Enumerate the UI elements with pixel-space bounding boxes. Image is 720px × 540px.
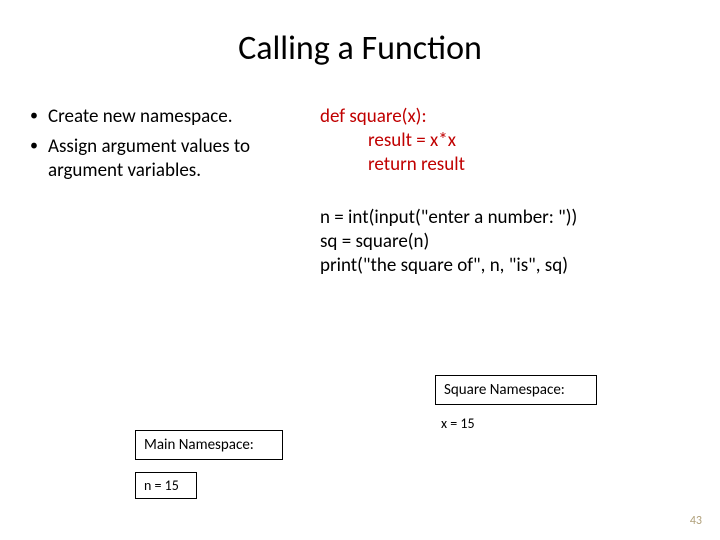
bullet-text: Assign argument values to argument varia…: [48, 135, 290, 183]
content-columns: • Create new namespace. • Assign argumen…: [30, 105, 690, 278]
left-column: • Create new namespace. • Assign argumen…: [30, 105, 290, 278]
code-line: sq = square(n): [320, 230, 690, 254]
slide-title: Calling a Function: [30, 28, 690, 69]
bullet-item: • Assign argument values to argument var…: [30, 135, 290, 183]
main-namespace-box: Main Namespace: n = 15: [135, 430, 283, 499]
page-number: 43: [690, 514, 702, 528]
bullet-text: Create new namespace.: [48, 105, 233, 129]
code-definition: def square(x): result = x*x return resul…: [320, 105, 690, 176]
bullet-dot-icon: •: [30, 105, 48, 129]
code-line: result = x*x: [320, 129, 690, 153]
code-main-block: n = int(input("enter a number: ")) sq = …: [320, 206, 690, 277]
code-line: return result: [320, 153, 690, 177]
namespace-title: Main Namespace:: [135, 430, 283, 460]
bullet-dot-icon: •: [30, 135, 48, 183]
bullet-item: • Create new namespace.: [30, 105, 290, 129]
square-namespace-box: Square Namespace: x = 15: [435, 375, 597, 432]
code-line: def square(x):: [320, 105, 690, 129]
namespace-title: Square Namespace:: [435, 375, 597, 405]
namespace-variable: x = 15: [441, 415, 597, 432]
namespace-variable: n = 15: [135, 472, 197, 499]
right-column: def square(x): result = x*x return resul…: [320, 105, 690, 278]
code-line: n = int(input("enter a number: ")): [320, 206, 690, 230]
bullet-list: • Create new namespace. • Assign argumen…: [30, 105, 290, 182]
slide: Calling a Function • Create new namespac…: [0, 0, 720, 540]
code-line: print("the square of", n, "is", sq): [320, 254, 690, 278]
